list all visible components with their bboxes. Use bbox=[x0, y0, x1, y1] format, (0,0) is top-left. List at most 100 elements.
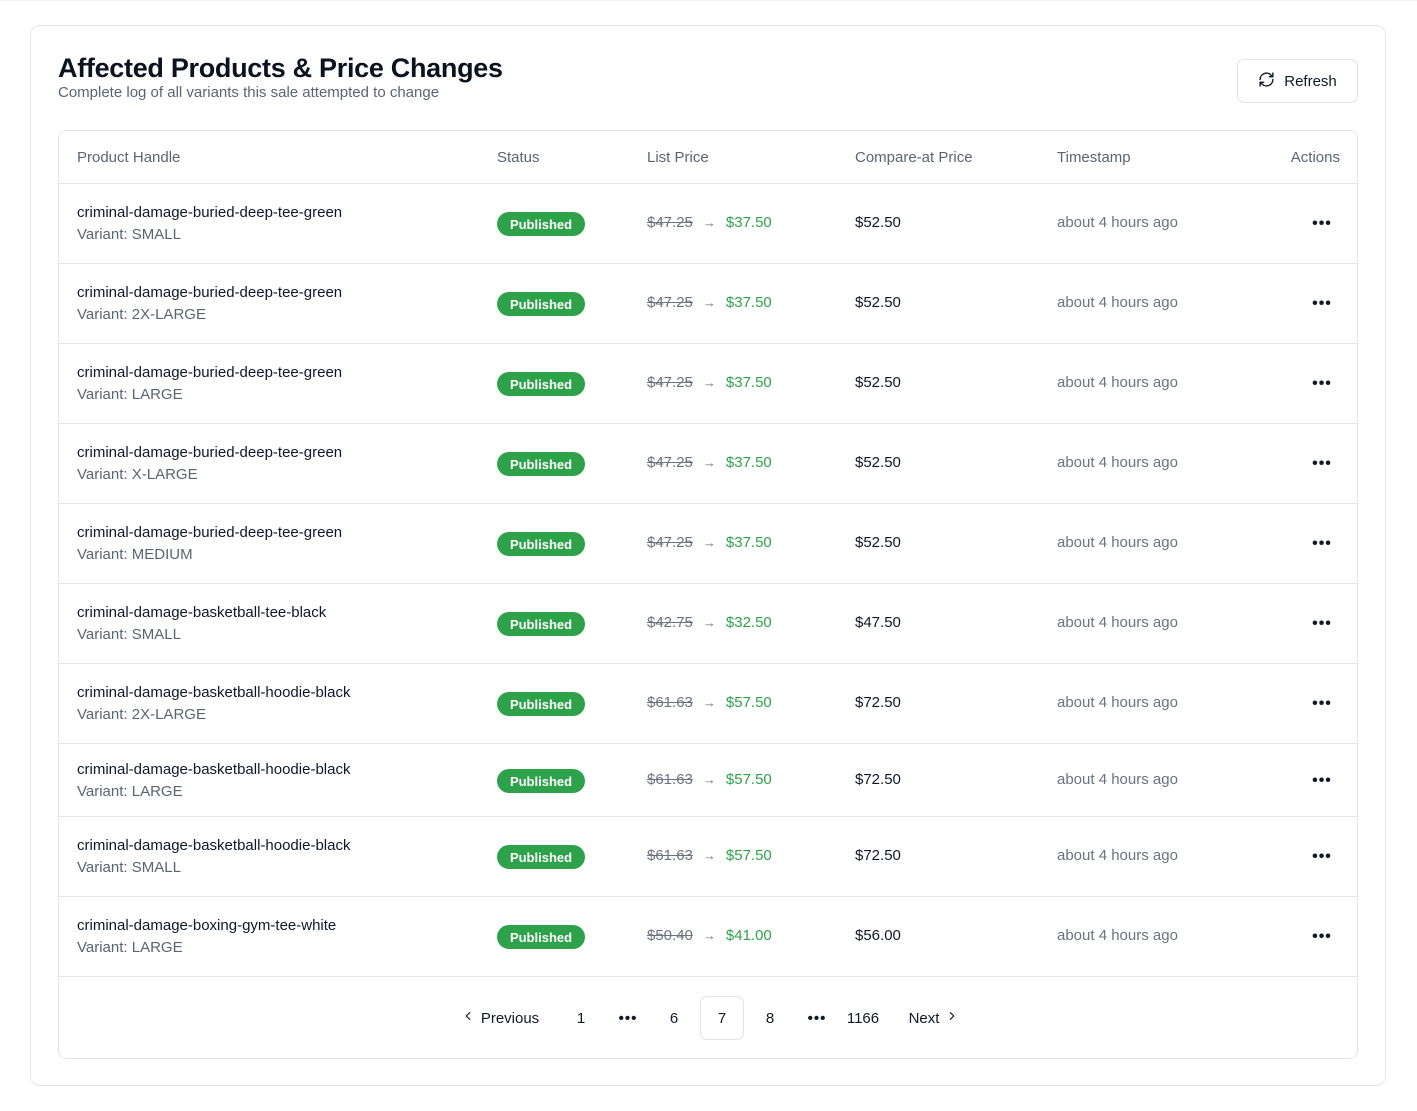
new-price: $57.50 bbox=[725, 847, 772, 864]
timestamp: about 4 hours ago bbox=[1057, 294, 1178, 311]
variant-label: Variant: 2X-LARGE bbox=[77, 306, 206, 323]
table-row: criminal-damage-buried-deep-tee-green Var… bbox=[59, 504, 1357, 584]
list-price-cell: $47.25 → $37.50 bbox=[647, 294, 772, 311]
compare-at-price: $72.50 bbox=[855, 847, 901, 864]
variant-label: Variant: X-LARGE bbox=[77, 466, 198, 483]
old-price: $47.25 bbox=[647, 534, 693, 551]
page-1166-button[interactable]: 1166 bbox=[843, 996, 883, 1040]
status-badge: Published bbox=[497, 925, 585, 949]
product-handle: criminal-damage-basketball-hoodie-black bbox=[77, 837, 351, 854]
arrow-right-icon: → bbox=[702, 772, 716, 787]
column-header-compare-at-price: Compare-at Price bbox=[855, 149, 973, 166]
more-horizontal-icon[interactable]: ••• bbox=[1309, 534, 1335, 554]
arrow-right-icon: → bbox=[702, 695, 716, 710]
top-divider bbox=[0, 0, 1417, 1]
table-row: criminal-damage-buried-deep-tee-green Var… bbox=[59, 264, 1357, 344]
product-handle-cell: criminal-damage-basketball-hoodie-black V… bbox=[77, 835, 350, 879]
refresh-icon bbox=[1258, 71, 1275, 92]
list-price-cell: $47.25 → $37.50 bbox=[647, 534, 772, 551]
product-handle-cell: criminal-damage-buried-deep-tee-green Var… bbox=[77, 202, 342, 246]
pagination: Previous 1 ••• 6 7 8 ••• 1166 Next bbox=[59, 979, 1357, 1058]
arrow-right-icon: → bbox=[702, 928, 716, 943]
new-price: $32.50 bbox=[725, 614, 772, 631]
product-handle: criminal-damage-buried-deep-tee-green bbox=[77, 524, 343, 541]
table-body: criminal-damage-buried-deep-tee-green Var… bbox=[59, 184, 1357, 977]
card-header: Affected Products & Price Changes Comple… bbox=[58, 52, 503, 102]
status-badge: Published bbox=[497, 692, 585, 716]
product-handle-cell: criminal-damage-basketball-hoodie-black V… bbox=[77, 682, 350, 726]
timestamp: about 4 hours ago bbox=[1057, 694, 1178, 711]
next-page-button[interactable]: Next bbox=[905, 996, 963, 1040]
status-badge: Published bbox=[497, 845, 585, 869]
column-header-status: Status bbox=[497, 149, 540, 166]
arrow-right-icon: → bbox=[702, 375, 716, 390]
list-price-cell: $47.25 → $37.50 bbox=[647, 214, 772, 231]
page-7-button[interactable]: 7 bbox=[700, 996, 744, 1040]
page-title: Affected Products & Price Changes bbox=[58, 53, 503, 83]
refresh-button[interactable]: Refresh bbox=[1237, 59, 1358, 103]
variant-label: Variant: SMALL bbox=[77, 859, 181, 876]
status-badge: Published bbox=[497, 769, 585, 793]
old-price: $47.25 bbox=[647, 294, 693, 311]
old-price: $61.63 bbox=[647, 847, 693, 864]
more-horizontal-icon[interactable]: ••• bbox=[1309, 374, 1335, 394]
arrow-right-icon: → bbox=[702, 455, 716, 470]
arrow-right-icon: → bbox=[702, 535, 716, 550]
compare-at-price: $52.50 bbox=[855, 214, 901, 231]
more-horizontal-icon[interactable]: ••• bbox=[1309, 294, 1335, 314]
column-header-actions: Actions bbox=[1290, 149, 1340, 166]
list-price-cell: $61.63 → $57.50 bbox=[647, 694, 772, 711]
table-row: criminal-damage-buried-deep-tee-green Var… bbox=[59, 424, 1357, 504]
timestamp: about 4 hours ago bbox=[1057, 614, 1178, 631]
list-price-cell: $47.25 → $37.50 bbox=[647, 454, 772, 471]
compare-at-price: $52.50 bbox=[855, 534, 901, 551]
new-price: $41.00 bbox=[725, 927, 772, 944]
new-price: $37.50 bbox=[725, 294, 772, 311]
more-horizontal-icon[interactable]: ••• bbox=[1309, 214, 1335, 234]
more-horizontal-icon[interactable]: ••• bbox=[1309, 454, 1335, 474]
more-horizontal-icon[interactable]: ••• bbox=[1309, 771, 1335, 791]
product-handle: criminal-damage-buried-deep-tee-green bbox=[77, 284, 343, 301]
column-header-list-price: List Price bbox=[647, 149, 709, 166]
more-horizontal-icon[interactable]: ••• bbox=[1309, 614, 1335, 634]
column-header-timestamp: Timestamp bbox=[1057, 149, 1131, 166]
ellipsis-icon: ••• bbox=[807, 1009, 827, 1027]
page-6-button[interactable]: 6 bbox=[663, 996, 685, 1040]
new-price: $37.50 bbox=[725, 534, 772, 551]
more-horizontal-icon[interactable]: ••• bbox=[1309, 847, 1335, 867]
compare-at-price: $52.50 bbox=[855, 454, 901, 471]
previous-page-button[interactable]: Previous bbox=[455, 996, 545, 1040]
arrow-right-icon: → bbox=[702, 848, 716, 863]
compare-at-price: $52.50 bbox=[855, 294, 901, 311]
compare-at-price: $56.00 bbox=[855, 927, 901, 944]
new-price: $37.50 bbox=[725, 214, 772, 231]
old-price: $50.40 bbox=[647, 927, 693, 944]
product-handle-cell: criminal-damage-buried-deep-tee-green Var… bbox=[77, 362, 342, 406]
timestamp: about 4 hours ago bbox=[1057, 771, 1178, 788]
variant-label: Variant: LARGE bbox=[77, 386, 183, 403]
timestamp: about 4 hours ago bbox=[1057, 534, 1178, 551]
old-price: $47.25 bbox=[647, 374, 693, 391]
table-row: criminal-damage-buried-deep-tee-green Var… bbox=[59, 344, 1357, 424]
status-badge: Published bbox=[497, 452, 585, 476]
product-handle-cell: criminal-damage-buried-deep-tee-green Var… bbox=[77, 522, 342, 566]
table-row: criminal-damage-basketball-tee-black Vari… bbox=[59, 584, 1357, 664]
timestamp: about 4 hours ago bbox=[1057, 927, 1178, 944]
status-badge: Published bbox=[497, 292, 585, 316]
table-header: Product Handle Status List Price Compare… bbox=[59, 131, 1357, 184]
list-price-cell: $61.63 → $57.50 bbox=[647, 847, 772, 864]
product-handle-cell: criminal-damage-basketball-tee-black Vari… bbox=[77, 602, 326, 646]
variant-label: Variant: SMALL bbox=[77, 626, 181, 643]
old-price: $47.25 bbox=[647, 214, 693, 231]
page-8-button[interactable]: 8 bbox=[759, 996, 781, 1040]
chevron-left-icon bbox=[461, 1009, 475, 1027]
more-horizontal-icon[interactable]: ••• bbox=[1309, 927, 1335, 947]
product-handle: criminal-damage-basketball-hoodie-black bbox=[77, 761, 351, 778]
table-row: criminal-damage-buried-deep-tee-green Var… bbox=[59, 184, 1357, 264]
more-horizontal-icon[interactable]: ••• bbox=[1309, 694, 1335, 714]
page-1-button[interactable]: 1 bbox=[571, 996, 591, 1040]
old-price: $42.75 bbox=[647, 614, 693, 631]
compare-at-price: $72.50 bbox=[855, 771, 901, 788]
new-price: $57.50 bbox=[725, 694, 772, 711]
affected-products-card: Affected Products & Price Changes Comple… bbox=[30, 25, 1386, 1086]
